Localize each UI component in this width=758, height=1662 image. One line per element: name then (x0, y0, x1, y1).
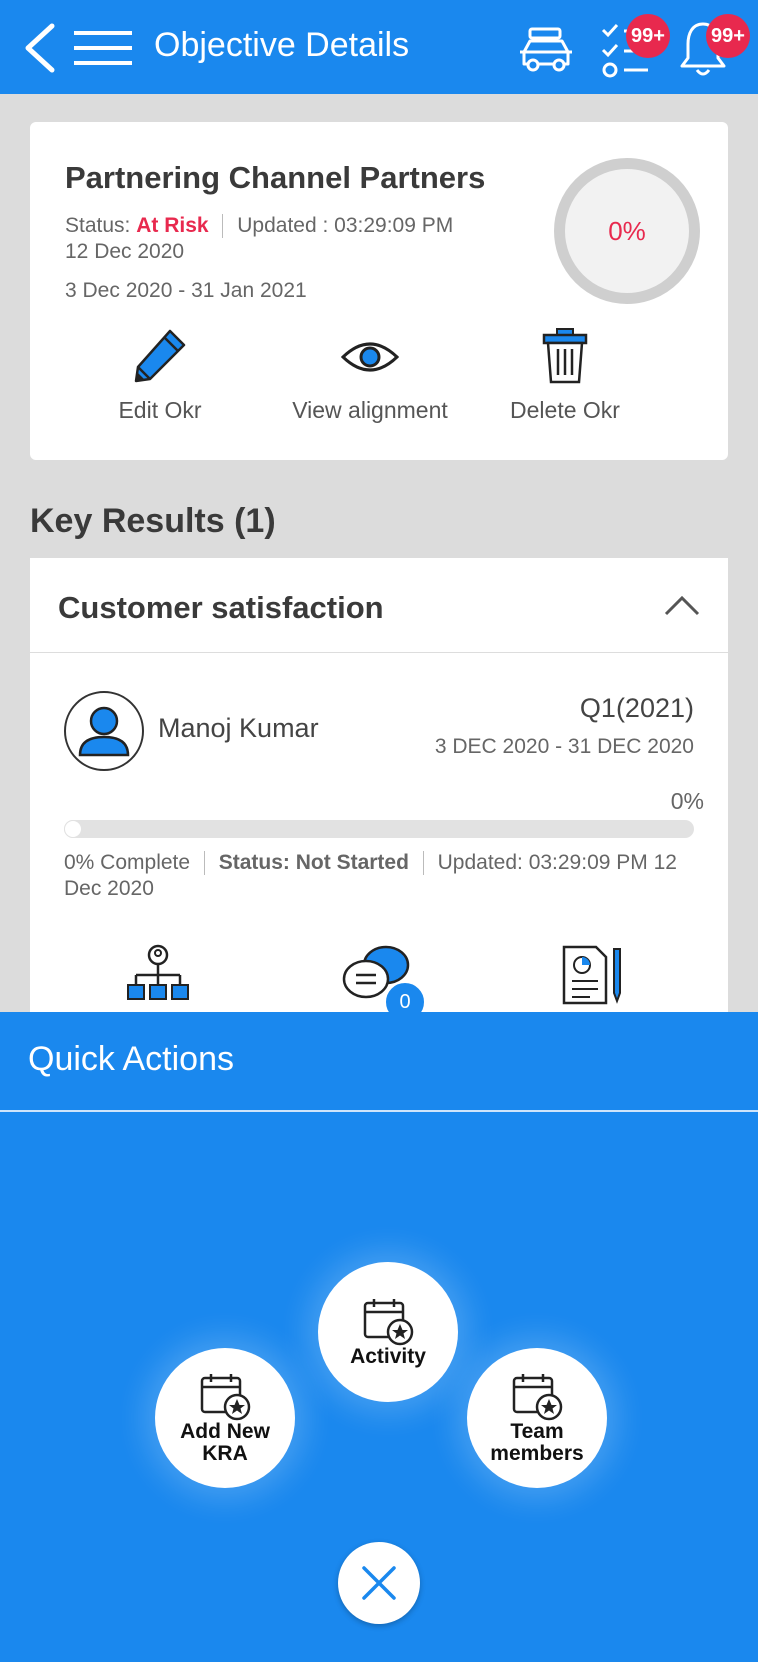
chevron-up-icon[interactable] (664, 594, 700, 616)
quick-actions-title: Quick Actions (28, 1040, 234, 1078)
car-icon[interactable] (518, 26, 574, 72)
view-alignment-label: View alignment (292, 397, 448, 423)
key-result-progress-bar (64, 820, 694, 838)
report-edit-icon[interactable] (560, 943, 624, 1007)
user-icon (78, 706, 130, 757)
pencil-icon (134, 329, 186, 383)
key-result-header[interactable]: Customer satisfaction (30, 558, 728, 653)
quick-action-label: Add New KRA (180, 1420, 270, 1465)
updated-text: Updated: 03:29:09 PM 12 (437, 851, 677, 874)
notifications-button[interactable]: 99+ (678, 14, 750, 78)
complete-text: 0% Complete (64, 851, 191, 874)
key-result-title: Customer satisfaction (58, 590, 384, 625)
objective-progress-value: 0% (608, 215, 646, 246)
avatar (64, 691, 144, 771)
key-results-heading: Key Results (1) (30, 502, 276, 540)
updated-date: 12 Dec 2020 (65, 240, 185, 263)
divider (422, 851, 424, 876)
status-label: Status: (65, 214, 131, 237)
menu-icon[interactable] (72, 30, 134, 66)
close-quick-actions-button[interactable] (338, 1542, 420, 1624)
quick-action-label: Activity (350, 1345, 426, 1368)
divider (222, 214, 224, 239)
key-result-progress-text: 0% (670, 788, 704, 814)
app-header: Objective Details 99+ 99+ (0, 0, 758, 94)
key-result-status-line: 0% Complete Status: Not Started Updated:… (64, 851, 677, 876)
notifications-count-badge: 99+ (706, 14, 750, 58)
calendar-star-icon (200, 1374, 251, 1421)
tasks-button[interactable]: 99+ (600, 14, 670, 78)
objective-status-line: Status: At Risk Updated : 03:29:09 PM (65, 214, 454, 239)
edit-okr-label: Edit Okr (118, 397, 202, 423)
quick-action-team-members[interactable]: Team members (467, 1348, 607, 1488)
key-result-date-range: 3 DEC 2020 - 31 DEC 2020 (434, 735, 694, 758)
quarter-label: Q1(2021) (579, 693, 694, 723)
key-result-body: Manoj Kumar Q1(2021) 3 DEC 2020 - 31 DEC… (30, 653, 728, 1023)
trash-icon (542, 328, 588, 384)
divider (203, 851, 205, 876)
updated-text: Updated : 03:29:09 PM (237, 214, 454, 237)
status-text: Status: Not Started (218, 851, 409, 874)
calendar-star-icon (512, 1374, 563, 1421)
calendar-star-icon (363, 1299, 414, 1346)
divider (0, 1110, 758, 1112)
org-chart-icon[interactable] (126, 943, 190, 1007)
delete-okr-label: Delete Okr (510, 397, 620, 423)
objective-date-range: 3 Dec 2020 - 31 Jan 2021 (65, 279, 307, 302)
close-icon (362, 1566, 396, 1600)
progress-start-cap (64, 820, 82, 838)
quick-action-label: Team members (490, 1420, 584, 1465)
tasks-count-badge: 99+ (626, 14, 670, 58)
quick-action-add-new-kra[interactable]: Add New KRA (155, 1348, 295, 1488)
view-alignment-button[interactable]: View alignment (285, 327, 455, 427)
eye-icon (341, 342, 399, 372)
back-icon[interactable] (22, 22, 58, 74)
edit-okr-button[interactable]: Edit Okr (90, 327, 230, 427)
objective-title: Partnering Channel Partners (65, 160, 486, 195)
status-value: At Risk (136, 214, 209, 237)
objective-card: Partnering Channel Partners Status: At R… (30, 122, 728, 460)
page-title: Objective Details (154, 26, 410, 64)
delete-okr-button[interactable]: Delete Okr (490, 327, 640, 427)
objective-progress-ring: 0% (554, 158, 700, 304)
owner-name: Manoj Kumar (158, 713, 319, 743)
quick-action-activity[interactable]: Activity (318, 1262, 458, 1402)
comments-button[interactable]: 0 (342, 943, 426, 1023)
updated-date: Dec 2020 (64, 877, 154, 900)
